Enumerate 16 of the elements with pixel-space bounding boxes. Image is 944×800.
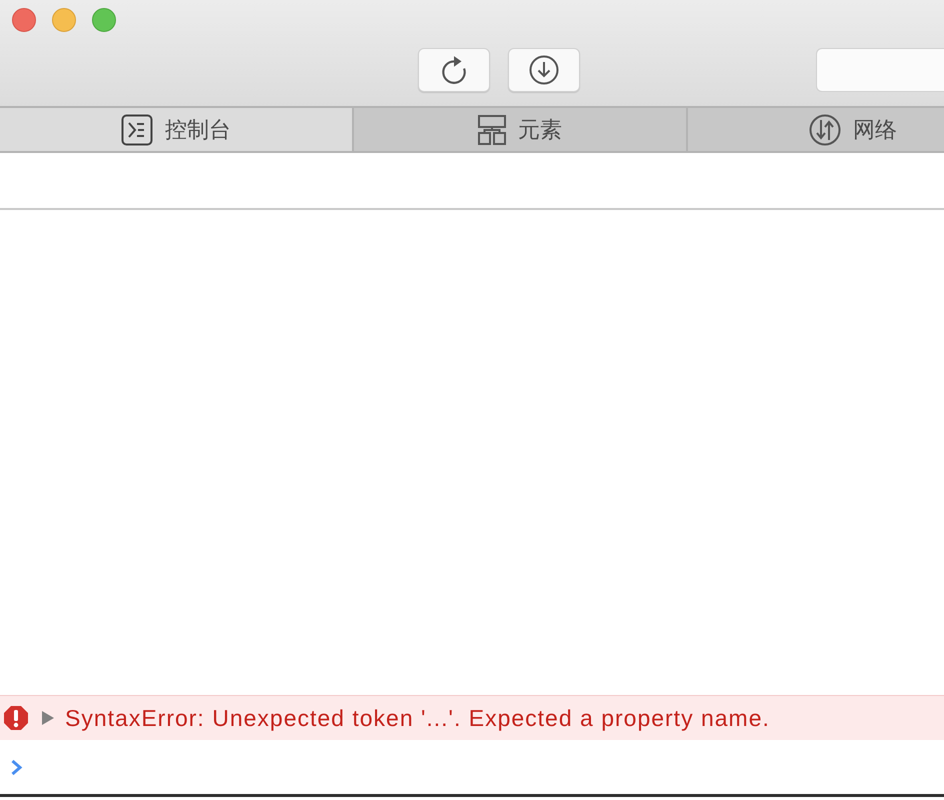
error-message-text: SyntaxError: Unexpected token '...'. Expected a property name. — [65, 704, 770, 733]
console-icon — [121, 114, 153, 146]
up-down-arrows-icon — [809, 114, 841, 146]
hierarchy-icon — [478, 114, 506, 144]
expand-triangle-icon[interactable] — [41, 711, 55, 725]
error-icon — [3, 705, 29, 731]
tab[interactable]: 控制台 — [0, 108, 352, 151]
prompt-chevron-icon — [10, 758, 23, 776]
zoom-button[interactable] — [92, 8, 116, 32]
download-button[interactable] — [508, 48, 580, 92]
reload-button[interactable] — [418, 48, 490, 92]
toolbar-field[interactable] — [816, 48, 944, 92]
download-icon — [529, 55, 559, 85]
minimize-button[interactable] — [52, 8, 76, 32]
reload-icon — [441, 55, 467, 85]
close-button[interactable] — [12, 8, 36, 32]
